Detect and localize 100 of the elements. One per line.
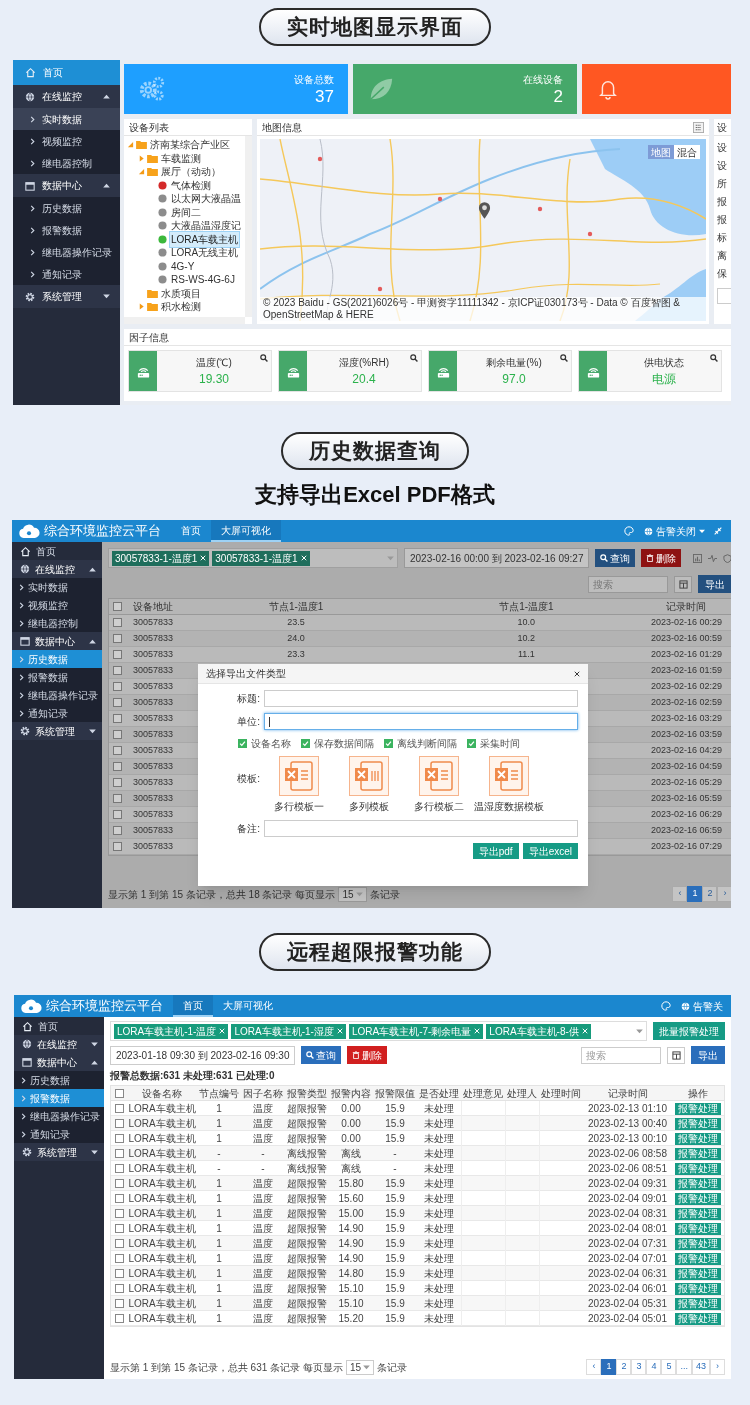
checkbox[interactable] bbox=[112, 730, 122, 739]
checkbox[interactable] bbox=[112, 618, 122, 627]
checkbox[interactable] bbox=[467, 738, 476, 748]
page-button[interactable]: › bbox=[717, 886, 731, 902]
page-size-dropdown[interactable]: 15 bbox=[338, 886, 367, 902]
sidebar-item[interactable]: 继电器控制 bbox=[12, 614, 102, 632]
sidebar-group[interactable]: 数据中心 bbox=[14, 1053, 104, 1071]
checkbox[interactable] bbox=[112, 746, 122, 755]
checkbox[interactable] bbox=[114, 1089, 124, 1098]
input-field[interactable] bbox=[264, 713, 578, 730]
checkbox[interactable] bbox=[114, 1104, 124, 1113]
process-alarm-button[interactable]: 报警处理 bbox=[675, 1192, 721, 1205]
sidebar-item[interactable]: 历史数据 bbox=[12, 650, 102, 668]
sidebar-item[interactable]: 实时数据 bbox=[13, 108, 120, 130]
tree-node-label[interactable]: LORA车载主机 bbox=[169, 230, 241, 248]
sidebar-group[interactable]: 在线监控 bbox=[13, 85, 120, 108]
page-button[interactable]: 5 bbox=[661, 1359, 677, 1375]
map-marker-icon[interactable] bbox=[478, 201, 491, 220]
tag[interactable]: LORA车载主机-7-剩余电量 bbox=[348, 1023, 484, 1039]
tree-node-label[interactable]: 车载监测 bbox=[160, 150, 202, 166]
checkbox[interactable] bbox=[112, 810, 122, 819]
checkbox[interactable] bbox=[301, 738, 310, 748]
page-button[interactable]: › bbox=[710, 1359, 725, 1375]
checkbox[interactable] bbox=[384, 738, 393, 748]
page-button[interactable]: 1 bbox=[687, 886, 703, 902]
sidebar-item[interactable]: 历史数据 bbox=[13, 197, 120, 219]
tag[interactable]: 30057833-1-温度1 bbox=[212, 550, 310, 566]
date-range-field[interactable]: 2023-02-16 00:00 到 2023-02-16 09:27 bbox=[404, 548, 590, 568]
column-toggle-button[interactable] bbox=[674, 575, 693, 593]
map-type-tab[interactable]: 混合 bbox=[674, 145, 700, 159]
tag[interactable]: 30057833-1-温度1 bbox=[112, 550, 210, 566]
date-range-field[interactable]: 2023-01-18 09:30 到 2023-02-16 09:30 bbox=[110, 1045, 296, 1065]
checkbox[interactable] bbox=[114, 1269, 124, 1278]
sidebar-group[interactable]: 系统管理 bbox=[14, 1143, 104, 1161]
tree-node-label[interactable]: 积水检测 bbox=[160, 299, 202, 315]
search-icon[interactable] bbox=[410, 354, 418, 362]
pulse-icon[interactable] bbox=[708, 553, 718, 563]
tool-icon[interactable] bbox=[713, 526, 723, 536]
checkbox[interactable] bbox=[114, 1254, 124, 1263]
search-icon[interactable] bbox=[560, 354, 568, 362]
palette-icon[interactable] bbox=[624, 526, 634, 536]
tree-node-label[interactable]: 济南某综合产业区 bbox=[149, 137, 231, 153]
page-size-dropdown[interactable]: 15 bbox=[346, 1359, 375, 1375]
template-option[interactable]: 多列模板 bbox=[334, 756, 404, 814]
batch-process-button[interactable]: 批量报警处理 bbox=[653, 1022, 725, 1040]
process-alarm-button[interactable]: 报警处理 bbox=[675, 1177, 721, 1190]
tag[interactable]: LORA车载主机-1-温度 bbox=[114, 1023, 229, 1039]
process-alarm-button[interactable]: 报警处理 bbox=[675, 1252, 721, 1265]
collapsed-arrow-icon[interactable] bbox=[138, 303, 145, 311]
checkbox[interactable] bbox=[112, 634, 122, 643]
tag[interactable]: LORA车载主机-1-湿度 bbox=[231, 1023, 346, 1039]
checkbox[interactable] bbox=[114, 1224, 124, 1233]
page-button[interactable]: 2 bbox=[616, 1359, 632, 1375]
page-button[interactable]: ‹ bbox=[672, 886, 688, 902]
sidebar-item[interactable]: 报警数据 bbox=[13, 219, 120, 241]
page-button[interactable]: 4 bbox=[646, 1359, 662, 1375]
sidebar-group[interactable]: 在线监控 bbox=[14, 1035, 104, 1053]
close-icon[interactable] bbox=[574, 670, 580, 677]
sidebar-group[interactable]: 数据中心 bbox=[12, 632, 102, 650]
checkbox[interactable] bbox=[112, 714, 122, 723]
template-option[interactable]: 温湿度数据模板 bbox=[474, 756, 544, 814]
input-field[interactable] bbox=[717, 288, 731, 304]
delete-button[interactable]: 删除 bbox=[641, 549, 682, 567]
checkbox[interactable] bbox=[112, 778, 122, 787]
checkbox[interactable] bbox=[114, 1194, 124, 1203]
sidebar-group[interactable]: 系统管理 bbox=[13, 285, 120, 308]
sidebar-item[interactable]: 报警数据 bbox=[14, 1089, 104, 1107]
nav-tab[interactable]: 首页 bbox=[173, 995, 213, 1017]
sidebar-group[interactable]: 数据中心 bbox=[13, 174, 120, 197]
sidebar-item[interactable]: 通知记录 bbox=[13, 263, 120, 285]
checkbox[interactable] bbox=[238, 738, 247, 748]
checkbox[interactable] bbox=[112, 842, 122, 851]
checkbox[interactable] bbox=[114, 1299, 124, 1308]
checkbox[interactable] bbox=[114, 1179, 124, 1188]
page-button[interactable]: ‹ bbox=[586, 1359, 602, 1375]
sidebar-item[interactable]: 首页 bbox=[14, 1017, 104, 1035]
process-alarm-button[interactable]: 报警处理 bbox=[675, 1132, 721, 1145]
sidebar-group[interactable]: 在线监控 bbox=[12, 560, 102, 578]
template-option[interactable]: 多行模板一 bbox=[264, 756, 334, 814]
input-field[interactable] bbox=[264, 690, 578, 707]
process-alarm-button[interactable]: 报警处理 bbox=[675, 1117, 721, 1130]
expanded-arrow-icon[interactable] bbox=[127, 141, 134, 149]
checkbox[interactable] bbox=[114, 1134, 124, 1143]
export-button[interactable]: 导出 bbox=[698, 575, 731, 593]
sidebar-item[interactable]: 首页 bbox=[13, 60, 120, 85]
collapsed-arrow-icon[interactable] bbox=[138, 154, 145, 162]
sidebar-item[interactable]: 继电器控制 bbox=[13, 152, 120, 174]
page-button[interactable]: ... bbox=[676, 1359, 692, 1375]
checkbox[interactable] bbox=[114, 1314, 124, 1323]
query-button[interactable]: 查询 bbox=[301, 1046, 342, 1064]
process-alarm-button[interactable]: 报警处理 bbox=[675, 1207, 721, 1220]
checkbox[interactable] bbox=[114, 1164, 124, 1173]
page-button[interactable]: 1 bbox=[601, 1359, 617, 1375]
sidebar-item[interactable]: 历史数据 bbox=[14, 1071, 104, 1089]
sidebar-item[interactable]: 报警数据 bbox=[12, 668, 102, 686]
page-button[interactable]: 3 bbox=[631, 1359, 647, 1375]
input-field[interactable] bbox=[264, 820, 578, 837]
nav-tab[interactable]: 首页 bbox=[171, 520, 211, 542]
tag-select-field[interactable]: LORA车载主机-1-温度 LORA车载主机-1-湿度 LORA车载主机-7-剩余电量 LORA车载主机-8-供 bbox=[110, 1021, 647, 1041]
query-button[interactable]: 查询 bbox=[595, 549, 636, 567]
